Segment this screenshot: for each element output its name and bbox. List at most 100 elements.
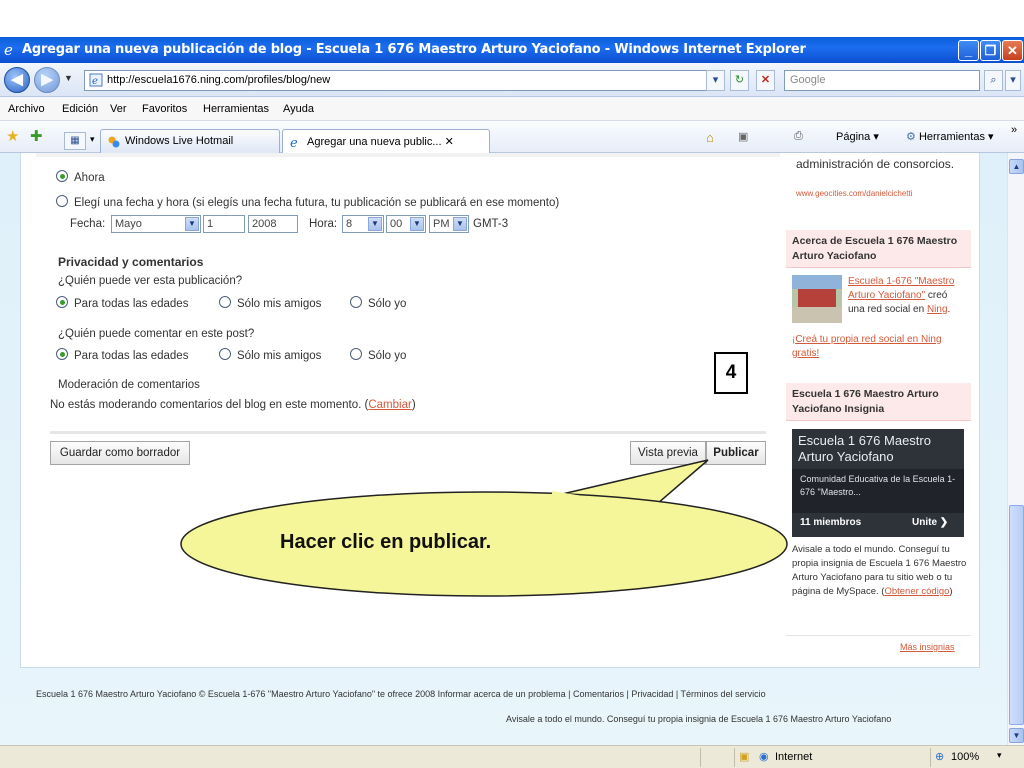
comment-friends-option[interactable]: Sólo mis amigos bbox=[219, 348, 321, 362]
badge-heading: Escuela 1 676 Maestro Arturo Yaciofano I… bbox=[786, 383, 971, 421]
radio-date[interactable] bbox=[56, 195, 68, 207]
feeds-icon[interactable]: ▣ bbox=[738, 130, 748, 143]
badge-members: 11 miembros bbox=[800, 517, 862, 528]
about-created: creó bbox=[927, 290, 948, 301]
chevron-down-icon: ▼ bbox=[368, 217, 382, 231]
scroll-down-icon[interactable]: ▼ bbox=[1009, 728, 1024, 743]
page-menu[interactable]: Página ▾ bbox=[836, 130, 879, 143]
footer-promo: Avisale a todo el mundo. Conseguí tu pro… bbox=[506, 714, 892, 724]
minimize-button[interactable]: _ bbox=[958, 40, 979, 61]
ampm-select[interactable]: PM ▼ bbox=[429, 215, 469, 233]
lock-icon: ▣ bbox=[739, 751, 750, 763]
add-favorites-icon[interactable]: ✚ bbox=[30, 127, 43, 145]
tools-gear-icon: ⚙ bbox=[906, 131, 916, 143]
view-all-label: Para todas las edades bbox=[74, 298, 189, 310]
home-icon[interactable]: ⌂ bbox=[706, 130, 714, 145]
history-dropdown-icon[interactable]: ▼ bbox=[64, 73, 73, 83]
window-title: Agregar una nueva publicación de blog - … bbox=[22, 42, 806, 57]
back-button[interactable]: ◀ bbox=[4, 67, 30, 93]
vertical-scrollbar[interactable]: ▲ ▼ bbox=[1007, 153, 1024, 745]
page-menu-label: Página bbox=[836, 131, 871, 143]
view-me-option[interactable]: Sólo yo bbox=[350, 296, 406, 310]
svg-text:e: e bbox=[4, 41, 13, 57]
get-code-link[interactable]: Obtener código bbox=[884, 586, 949, 597]
publish-date-label: Elegí una fecha y hora (si elegís una fe… bbox=[74, 197, 560, 209]
tab-list-icon[interactable]: ▾ bbox=[90, 134, 95, 145]
publish-button[interactable]: Publicar bbox=[706, 441, 766, 465]
change-moderation-link[interactable]: Cambiar bbox=[368, 399, 411, 411]
svg-text:e: e bbox=[290, 136, 298, 149]
scroll-thumb[interactable] bbox=[1009, 505, 1024, 725]
save-draft-button[interactable]: Guardar como borrador bbox=[50, 441, 190, 465]
timezone-label: GMT-3 bbox=[473, 218, 509, 230]
more-commands[interactable]: » bbox=[1011, 124, 1017, 136]
scroll-up-icon[interactable]: ▲ bbox=[1009, 159, 1024, 174]
url-field[interactable]: e http://escuela1676.ning.com/profiles/b… bbox=[84, 70, 722, 91]
menu-ayuda[interactable]: Ayuda bbox=[283, 103, 314, 115]
zone-label: Internet bbox=[775, 751, 813, 763]
search-options-icon[interactable]: ▾ bbox=[1005, 70, 1021, 91]
comment-me-option[interactable]: Sólo yo bbox=[350, 348, 406, 362]
screen: e Agregar una nueva publicación de blog … bbox=[0, 0, 1024, 768]
about-text: Escuela 1-676 "Maestro Arturo Yaciofano"… bbox=[848, 275, 966, 317]
refresh-icon[interactable]: ↻ bbox=[730, 70, 749, 91]
radio-view-all[interactable] bbox=[56, 296, 68, 308]
sidebar-top-link[interactable]: www.geocities.com/danielcichetti bbox=[796, 189, 913, 198]
zoom-control[interactable]: ⊕ 100% ▾ bbox=[930, 748, 1024, 767]
restore-button[interactable]: ❐ bbox=[980, 40, 1001, 61]
tab-hotmail[interactable]: Windows Live Hotmail bbox=[100, 129, 280, 153]
publish-now-option[interactable]: Ahora bbox=[56, 170, 105, 184]
about-network: una red social en bbox=[848, 304, 925, 315]
ning-link[interactable]: Ning bbox=[927, 304, 948, 315]
view-all-option[interactable]: Para todas las edades bbox=[56, 296, 188, 310]
moderation-status: No estás moderando comentarios del blog … bbox=[50, 399, 369, 411]
forward-button[interactable]: ▶ bbox=[34, 67, 60, 93]
menu-archivo[interactable]: Archivo bbox=[8, 103, 45, 115]
chevron-down-icon: ▼ bbox=[453, 217, 467, 231]
tab-label: Windows Live Hotmail bbox=[125, 135, 234, 147]
menu-edicion[interactable]: Edición bbox=[62, 103, 98, 115]
print-icon[interactable]: ⎙ bbox=[794, 130, 803, 143]
radio-view-friends[interactable] bbox=[219, 296, 231, 308]
search-input[interactable]: Google bbox=[784, 70, 980, 91]
preview-button[interactable]: Vista previa bbox=[630, 441, 706, 465]
create-network-link[interactable]: ¡Creá tu propia red social en Ning grati… bbox=[792, 333, 964, 361]
zoom-dropdown-icon[interactable]: ▾ bbox=[997, 750, 1002, 761]
quick-tabs-icon[interactable]: ▦ bbox=[64, 132, 86, 150]
date-label: Fecha: bbox=[70, 218, 106, 230]
year-field[interactable]: 2008 bbox=[248, 215, 298, 233]
radio-comment-all[interactable] bbox=[56, 348, 68, 360]
radio-comment-me[interactable] bbox=[350, 348, 362, 360]
more-badges-link[interactable]: Más insignias bbox=[900, 642, 955, 652]
badge-join[interactable]: Unite ❯ bbox=[912, 517, 948, 528]
ampm-value: PM bbox=[433, 218, 450, 230]
tools-menu[interactable]: ⚙ Herramientas ▾ bbox=[906, 130, 994, 143]
web-page: Ahora Elegí una fecha y hora (si elegís … bbox=[0, 153, 1007, 745]
callout-text: Hacer clic en publicar. bbox=[280, 531, 492, 553]
radio-comment-friends[interactable] bbox=[219, 348, 231, 360]
hour-select[interactable]: 8 ▼ bbox=[342, 215, 384, 233]
menu-favoritos[interactable]: Favoritos bbox=[142, 103, 187, 115]
minute-select[interactable]: 00 ▼ bbox=[386, 215, 426, 233]
url-dropdown-icon[interactable]: ▾ bbox=[706, 70, 725, 91]
security-zone[interactable]: ▣ ◉ Internet bbox=[734, 748, 930, 767]
menu-herramientas[interactable]: Herramientas bbox=[203, 103, 269, 115]
comment-all-option[interactable]: Para todas las edades bbox=[56, 348, 188, 362]
badge-widget[interactable]: Escuela 1 676 Maestro Arturo Yaciofano C… bbox=[792, 429, 964, 537]
close-button[interactable]: ✕ bbox=[1002, 40, 1023, 61]
join-arrow-icon: ❯ bbox=[939, 517, 949, 528]
day-field[interactable]: 1 bbox=[203, 215, 245, 233]
publish-date-option[interactable]: Elegí una fecha y hora (si elegís una fe… bbox=[56, 195, 559, 209]
tab-new-post[interactable]: e Agregar una nueva public... ✕ bbox=[282, 129, 490, 154]
menu-ver[interactable]: Ver bbox=[110, 103, 127, 115]
view-friends-option[interactable]: Sólo mis amigos bbox=[219, 296, 321, 310]
zoom-icon: ⊕ bbox=[935, 751, 945, 763]
address-bar: ◀ ▶ ▼ e http://escuela1676.ning.com/prof… bbox=[0, 63, 1024, 97]
chevron-down-icon: ▼ bbox=[185, 217, 199, 231]
month-select[interactable]: Mayo ▼ bbox=[111, 215, 201, 233]
radio-now[interactable] bbox=[56, 170, 68, 182]
search-icon[interactable]: ⌕ bbox=[984, 70, 1003, 91]
radio-view-me[interactable] bbox=[350, 296, 362, 308]
stop-icon[interactable]: ✕ bbox=[756, 70, 775, 91]
favorites-star-icon[interactable]: ★ bbox=[6, 127, 19, 145]
